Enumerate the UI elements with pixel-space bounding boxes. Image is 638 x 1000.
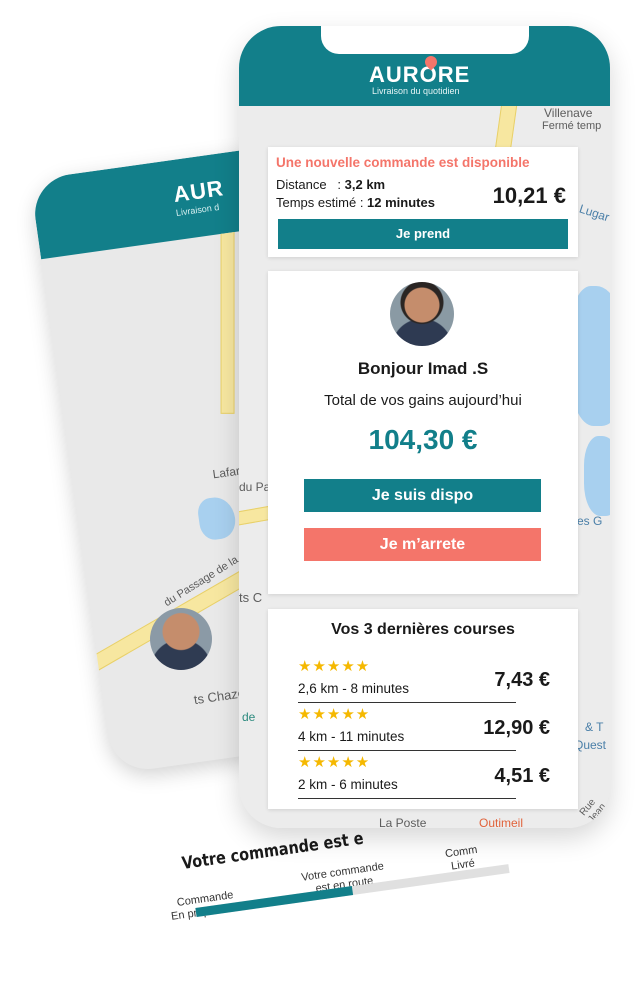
map-label: es G [577, 514, 603, 528]
divider [298, 702, 516, 703]
map-label: La Poste [379, 816, 427, 828]
course-row[interactable]: ★★★★★ 2 km - 6 minutes 4,51 € [298, 753, 560, 801]
recent-courses-card: Vos 3 dernières courses ★★★★★ 2,6 km - 8… [268, 609, 578, 809]
course-row[interactable]: ★★★★★ 2,6 km - 8 minutes 7,43 € [298, 657, 560, 705]
divider [298, 750, 516, 751]
earnings-label: Total de vos gains aujourd’hui [324, 392, 522, 409]
earnings-card: Bonjour Imad .S Total de vos gains aujou… [268, 271, 578, 594]
rating-stars-icon: ★★★★★ [298, 754, 371, 771]
divider [298, 798, 516, 799]
new-order-heading: Une nouvelle commande est disponible [276, 155, 530, 170]
map-label: Quest [574, 738, 607, 752]
brand-logo: AURORE [369, 62, 471, 87]
map-label: Lugar [577, 201, 610, 225]
course-desc: 2 km - 6 minutes [298, 777, 398, 792]
available-button[interactable]: Je suis dispo [304, 479, 541, 512]
map-label: Rue Jean [577, 796, 609, 826]
avatar [390, 282, 454, 346]
brand-tagline: Livraison du quotidien [372, 86, 460, 96]
app-header: AURORE Livraison du quotidien [239, 26, 610, 106]
rating-stars-icon: ★★★★★ [298, 706, 371, 723]
map-label: du Pa [239, 480, 271, 494]
course-desc: 2,6 km - 8 minutes [298, 681, 410, 696]
course-price: 4,51 € [494, 765, 550, 787]
map-label: & T [585, 720, 604, 734]
map-label: Outimeil [479, 816, 524, 828]
course-price: 7,43 € [494, 669, 550, 691]
map-label: de [242, 710, 256, 724]
phone-notch [321, 26, 529, 54]
new-order-card: Une nouvelle commande est disponible Dis… [268, 147, 578, 257]
order-distance: Distance : 3,2 km [276, 177, 386, 192]
course-row[interactable]: ★★★★★ 4 km - 11 minutes 12,90 € [298, 705, 560, 753]
earnings-total: 104,30 € [368, 424, 478, 455]
order-time: Temps estimé : 12 minutes [276, 195, 435, 210]
order-price: 10,21 € [492, 183, 566, 208]
greeting: Bonjour Imad .S [357, 359, 489, 378]
back-avatar [150, 608, 212, 670]
course-desc: 4 km - 11 minutes [298, 729, 405, 744]
map-label: ts C [239, 590, 263, 605]
rating-stars-icon: ★★★★★ [298, 658, 371, 675]
course-price: 12,90 € [483, 717, 550, 739]
take-order-button[interactable]: Je prend [278, 219, 568, 249]
map-label: Villenave [544, 106, 593, 120]
map-label: Fermé temp [542, 120, 602, 132]
courses-title: Vos 3 dernières courses [331, 621, 515, 638]
stop-button[interactable]: Je m’arrete [304, 528, 541, 561]
front-phone: AURORE Livraison du quotidien Villenave … [239, 26, 610, 828]
